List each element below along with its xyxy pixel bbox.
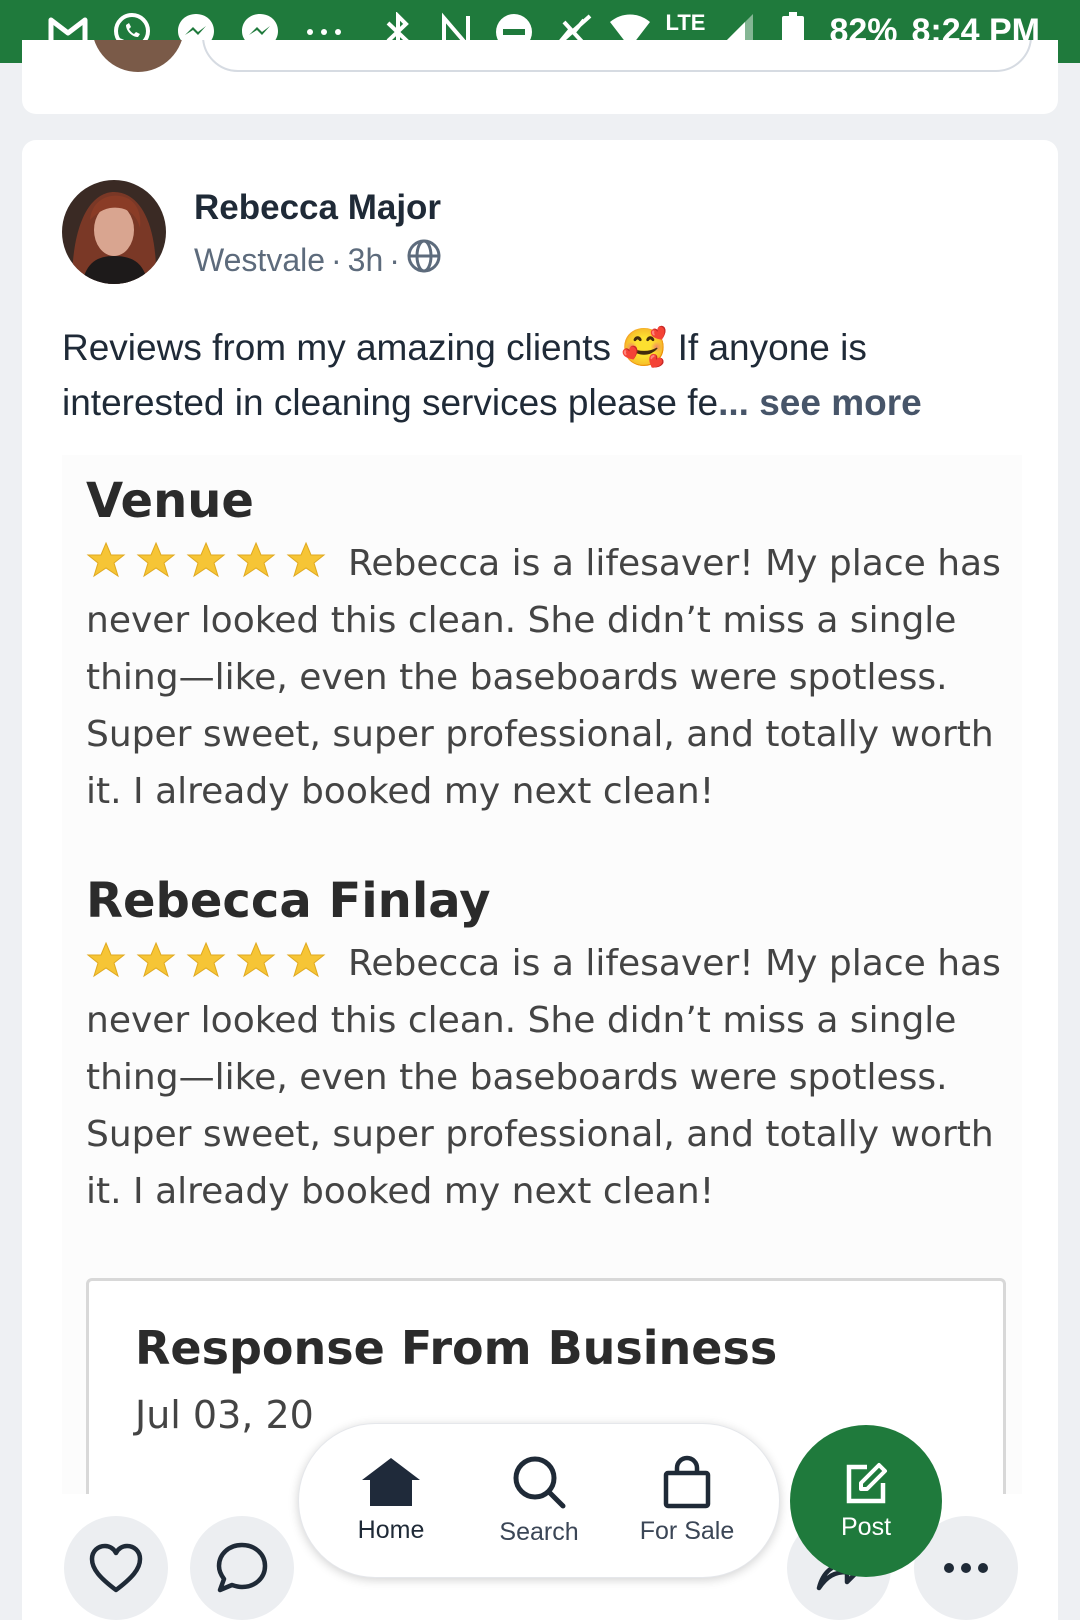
meta-separator: · <box>331 241 342 278</box>
like-button[interactable] <box>64 1516 168 1620</box>
star-rating <box>86 941 338 981</box>
nav-search[interactable]: Search <box>474 1454 604 1547</box>
post-meta: Westvale · 3h · <box>194 238 442 282</box>
nav-search-label: Search <box>499 1518 579 1546</box>
comment-button[interactable] <box>190 1516 294 1620</box>
home-icon <box>362 1458 420 1506</box>
meta-separator: · <box>389 241 400 278</box>
review-text: Rebecca is a lifesaver! My place has nev… <box>86 935 1016 1220</box>
search-icon <box>513 1456 566 1509</box>
post-card: Rebecca Major Westvale · 3h · Reviews fr… <box>22 140 1058 1620</box>
post-text-part: Reviews from my amazing clients <box>62 327 611 368</box>
avatar[interactable] <box>62 180 166 284</box>
compose-icon <box>846 1462 887 1503</box>
post-age: 3h <box>347 241 384 278</box>
stars-icon <box>86 941 326 978</box>
post-body: Reviews from my amazing clients 🥰 If any… <box>62 320 1022 430</box>
post-button-label: Post <box>840 1512 892 1541</box>
post-header: Rebecca Major Westvale · 3h · <box>62 180 442 284</box>
shopping-bag-icon <box>663 1455 711 1509</box>
nav-home[interactable]: Home <box>326 1456 456 1545</box>
review-body: Rebecca is a lifesaver! My place has nev… <box>86 543 1001 812</box>
comment-input[interactable] <box>202 40 1032 72</box>
reviewer-name: Rebecca Finlay <box>86 873 491 929</box>
review-text: Rebecca is a lifesaver! My place has nev… <box>86 535 1016 820</box>
more-dots-icon <box>944 1563 988 1573</box>
comment-icon <box>216 1542 268 1593</box>
globe-icon <box>406 238 442 282</box>
network-type: LTE <box>665 9 706 35</box>
previous-card <box>22 40 1058 114</box>
response-date: Jul 03, 20 <box>135 1393 314 1437</box>
see-more-link[interactable]: ... see more <box>718 382 922 423</box>
nav-for-sale[interactable]: For Sale <box>622 1455 752 1546</box>
response-title: Response From Business <box>135 1321 778 1375</box>
star-rating <box>86 541 338 581</box>
review-body: Rebecca is a lifesaver! My place has nev… <box>86 943 1001 1212</box>
nav-home-label: Home <box>357 1516 425 1544</box>
bottom-nav: Home Search For Sale <box>298 1423 780 1578</box>
author-name[interactable]: Rebecca Major <box>194 188 442 228</box>
heart-icon <box>89 1543 143 1593</box>
post-location[interactable]: Westvale <box>194 242 325 279</box>
reviewer-name: Venue <box>86 473 254 529</box>
nav-for-sale-label: For Sale <box>639 1517 735 1545</box>
smiling-hearts-emoji: 🥰 <box>621 327 668 368</box>
post-button[interactable]: Post <box>790 1425 942 1577</box>
avatar <box>92 40 184 72</box>
stars-icon <box>86 541 326 578</box>
